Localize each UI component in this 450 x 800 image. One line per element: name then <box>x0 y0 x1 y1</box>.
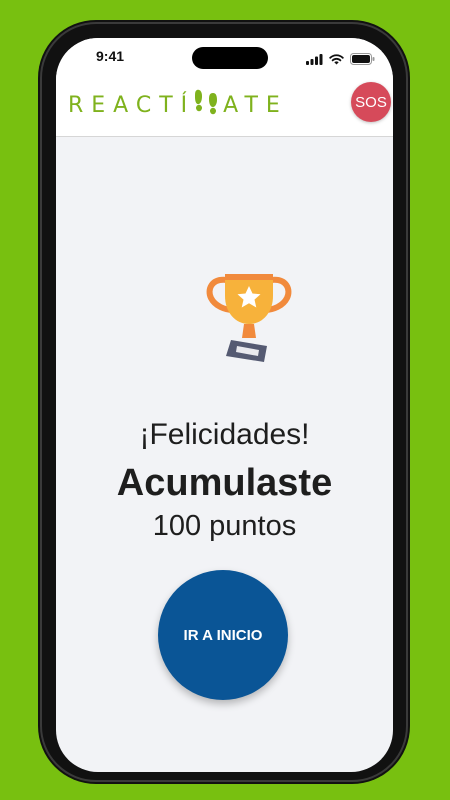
status-icons <box>306 50 375 69</box>
app-logo: REACTÍ ATE <box>68 88 288 122</box>
logo-text-left: REACTÍ <box>68 92 196 118</box>
sos-button[interactable]: SOS <box>351 82 391 122</box>
dynamic-island <box>192 47 268 69</box>
logo-text-right: ATE <box>223 92 288 118</box>
phone-screen: 9:41 REACTÍ ATE SOS ¡Felicidades! Acumul… <box>56 38 393 772</box>
app-header: REACTÍ ATE SOS <box>56 78 393 137</box>
status-time: 9:41 <box>96 48 125 64</box>
points-text: 100 puntos <box>152 510 297 542</box>
headline-text: Acumulaste <box>116 462 333 504</box>
signal-icon <box>306 50 323 69</box>
footprints-icon <box>193 88 219 122</box>
wifi-icon <box>329 50 344 69</box>
battery-icon <box>350 50 375 69</box>
status-bar: 9:41 <box>56 38 393 78</box>
go-home-button[interactable]: IR A INICIO <box>158 570 288 700</box>
trophy-icon <box>201 266 297 372</box>
congrats-text: ¡Felicidades! <box>139 418 310 451</box>
